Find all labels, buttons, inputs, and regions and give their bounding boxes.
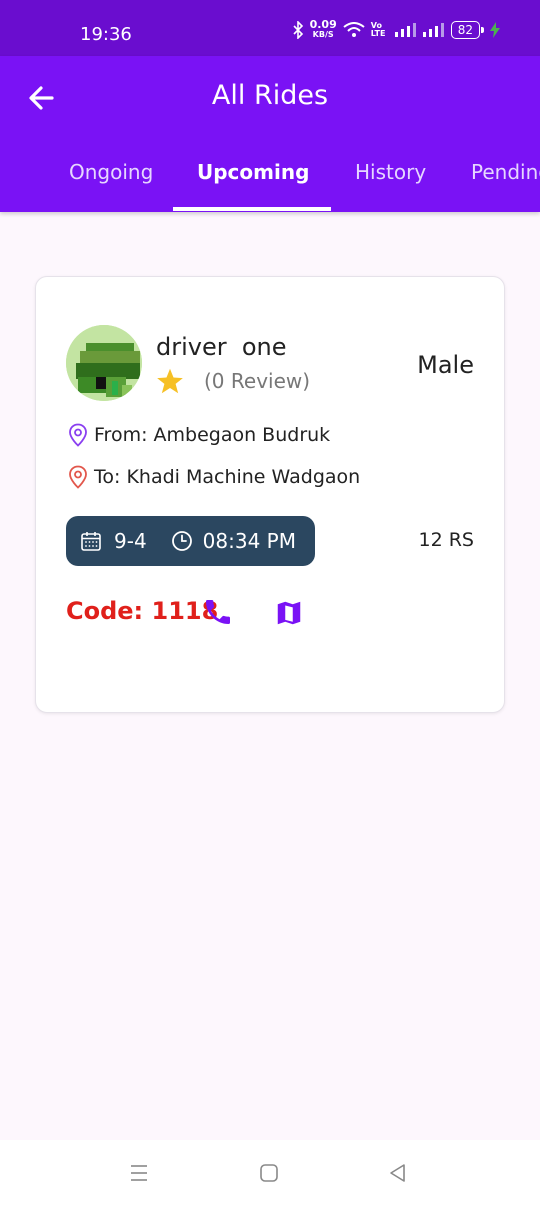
to-text: To: Khadi Machine Wadgaon — [94, 466, 361, 488]
charging-icon — [490, 22, 500, 38]
tab-ongoing[interactable]: Ongoing — [69, 160, 153, 184]
location-pin-icon — [69, 423, 87, 447]
calendar-icon — [81, 532, 101, 551]
driver-gender: Male — [417, 351, 474, 379]
ride-card[interactable]: driver one (0 Review) Male From: Ambegao… — [35, 276, 505, 713]
tab-upcoming[interactable]: Upcoming — [197, 160, 309, 184]
driver-avatar — [66, 325, 142, 401]
status-time: 19:36 — [80, 24, 132, 45]
volte-label: Vo LTE — [370, 21, 386, 38]
page-title: All Rides — [211, 80, 329, 111]
ride-datetime: 9-4 08:34 PM — [66, 516, 315, 566]
phone-icon[interactable] — [202, 596, 234, 628]
system-nav-bar — [0, 1140, 540, 1206]
battery-indicator: 82 — [450, 21, 485, 39]
status-icons: 0.09 KB/S Vo LTE 82 — [292, 18, 500, 40]
network-speed: 0.09 KB/S — [309, 18, 337, 40]
bluetooth-icon — [293, 21, 303, 39]
ride-date: 9-4 — [114, 529, 147, 553]
star-icon — [157, 368, 183, 394]
recent-apps-icon[interactable] — [128, 1162, 150, 1184]
map-icon[interactable] — [274, 598, 304, 628]
driver-name: driver one — [156, 333, 287, 361]
from-text: From: Ambegaon Budruk — [94, 424, 331, 446]
speed-unit: KB/S — [312, 30, 334, 39]
pickup-location: From: Ambegaon Budruk — [68, 423, 330, 447]
signal-icon — [394, 23, 416, 37]
status-bar: 19:36 0.09 KB/S Vo LTE 82 — [0, 0, 540, 56]
back-triangle-icon[interactable] — [386, 1161, 410, 1185]
ride-price: 12 RS — [418, 529, 474, 551]
tab-history[interactable]: History — [355, 160, 426, 184]
location-pin-icon — [69, 465, 87, 489]
app-bar: All Rides Ongoing Upcoming History Pendi… — [0, 56, 540, 212]
review-count: (0 Review) — [204, 369, 311, 393]
speed-value: 0.09 — [309, 18, 337, 31]
signal-icon-2 — [422, 23, 444, 37]
wifi-icon — [343, 22, 365, 37]
home-icon[interactable] — [258, 1162, 280, 1184]
tab-indicator — [173, 207, 331, 211]
tab-pending[interactable]: Pending — [471, 160, 540, 184]
ride-code: Code: 1118 — [66, 597, 219, 625]
dropoff-location: To: Khadi Machine Wadgaon — [68, 465, 360, 489]
clock-icon — [171, 531, 192, 551]
ride-time: 08:34 PM — [202, 529, 296, 553]
